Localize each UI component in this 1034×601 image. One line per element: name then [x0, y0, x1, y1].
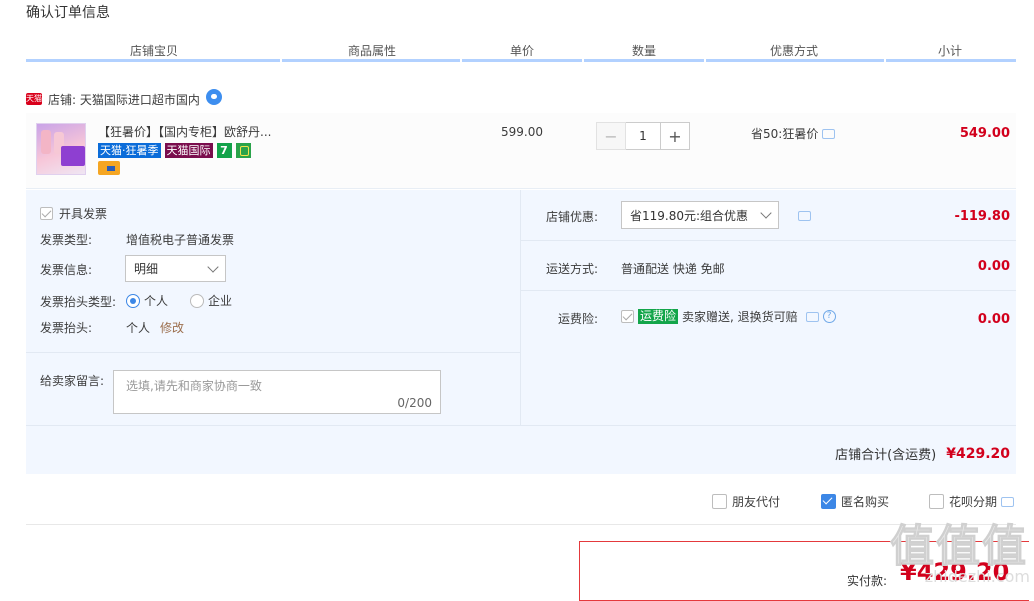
- invoice-type-label: 发票类型:: [40, 233, 93, 247]
- store-row: 天猫 店铺: 天猫国际进口超市国内: [26, 89, 222, 108]
- order-item: 【狂暑价】【国内专柜】欧舒丹... 天猫·狂暑季 天猫国际 7 599.00 −…: [26, 113, 1016, 189]
- shipping-amount: 0.00: [977, 259, 1010, 274]
- message-placeholder: 选填,请先和商家协商一致: [126, 379, 262, 393]
- chevron-down-icon: [207, 260, 219, 273]
- insurance-chat-icon[interactable]: [805, 311, 819, 322]
- invoice-header-type-label: 发票抬头类型:: [40, 295, 117, 309]
- anonymous-checkbox[interactable]: [821, 494, 836, 509]
- item-promo: 省50:狂暑价: [751, 125, 836, 142]
- store-total-label: 店铺合计(含运费): [835, 448, 937, 463]
- item-subtotal: 549.00: [959, 126, 1010, 141]
- store-discount-amount: -119.80: [954, 209, 1010, 224]
- col-quantity: 数量: [631, 44, 656, 58]
- store-discount-value: 省119.80元:组合优惠: [630, 208, 749, 223]
- store-total-amount: ¥429.20: [946, 445, 1010, 462]
- order-details-panel: 开具发票 发票类型: 增值税电子普通发票 发票信息: 明细 发票抬头类型: 个人…: [26, 190, 1016, 474]
- invoice-open-label: 开具发票: [59, 207, 108, 221]
- invoice-edit-link[interactable]: 修改: [160, 319, 184, 336]
- insurance-amount: 0.00: [977, 312, 1010, 327]
- chevron-down-icon: [760, 207, 772, 219]
- invoice-type-value: 增值税电子普通发票: [126, 233, 235, 247]
- quantity-plus-button[interactable]: +: [660, 122, 690, 150]
- friend-pay-checkbox[interactable]: [712, 494, 727, 509]
- invoice-header-label: 发票抬头:: [40, 321, 93, 335]
- store-discount-select[interactable]: 省119.80元:组合优惠: [621, 201, 779, 229]
- radio-personal[interactable]: 个人: [126, 292, 168, 309]
- badge-tmall-global: 天猫国际: [164, 143, 213, 158]
- badge-7day-return: 7: [216, 143, 232, 158]
- credit-card-icon: [98, 161, 120, 175]
- insurance-badge: 运费险: [638, 309, 679, 324]
- invoice-info-select[interactable]: 明细: [125, 255, 226, 282]
- shipping-label: 运送方式:: [546, 262, 599, 276]
- huabei-info-icon[interactable]: [1001, 496, 1015, 507]
- tmall-logo: 天猫: [26, 93, 42, 105]
- product-thumbnail[interactable]: [36, 123, 86, 175]
- column-header: 店铺宝贝 商品属性 单价 数量 优惠方式 小计: [26, 36, 1016, 62]
- watermark-text: zhidezhi.com: [924, 567, 1030, 586]
- invoice-checkbox[interactable]: [40, 207, 53, 220]
- invoice-toggle[interactable]: 开具发票: [40, 205, 107, 222]
- huabei-label: 花呗分期: [949, 495, 998, 509]
- radio-personal-icon[interactable]: [126, 293, 140, 308]
- col-unit-price: 单价: [509, 44, 534, 58]
- invoice-header-value: 个人: [126, 321, 151, 335]
- radio-company-label: 企业: [208, 294, 233, 308]
- col-attributes: 商品属性: [347, 44, 396, 58]
- anonymous-label: 匿名购买: [841, 495, 890, 509]
- store-discount-label: 店铺优惠:: [546, 210, 599, 224]
- quantity-input[interactable]: [626, 122, 660, 150]
- help-icon[interactable]: ?: [822, 310, 836, 323]
- quantity-stepper: − +: [596, 122, 690, 150]
- option-anonymous[interactable]: 匿名购买: [821, 493, 889, 510]
- col-store-item: 店铺宝贝: [129, 44, 178, 58]
- col-promo: 优惠方式: [769, 44, 818, 58]
- insurance-row: 运费险 卖家赠送, 退换货可赔 ?: [621, 308, 836, 325]
- insurance-label: 运费险:: [558, 312, 599, 326]
- discount-info-icon[interactable]: [798, 211, 811, 221]
- watermark-logo: 值值值: [890, 521, 1028, 573]
- option-huabei[interactable]: 花呗分期: [929, 493, 1015, 510]
- store-total: 店铺合计(含运费) ¥429.20: [835, 444, 1010, 464]
- shipping-value: 普通配送 快递 免邮: [621, 262, 725, 276]
- friend-pay-label: 朋友代付: [732, 495, 781, 509]
- store-name[interactable]: 店铺: 天猫国际进口超市国内: [48, 91, 200, 108]
- pay-label: 实付款:: [847, 574, 888, 588]
- insurance-checkbox[interactable]: [621, 310, 634, 323]
- unit-price: 599.00: [501, 125, 543, 139]
- message-counter: 0/200: [397, 396, 432, 410]
- message-textarea[interactable]: 选填,请先和商家协商一致 0/200: [113, 370, 441, 414]
- wangwang-chat-icon[interactable]: [205, 89, 222, 105]
- radio-personal-label: 个人: [144, 294, 169, 308]
- promo-text: 省50:狂暑价: [751, 127, 819, 141]
- promo-info-icon[interactable]: [822, 128, 836, 139]
- huabei-checkbox[interactable]: [929, 494, 944, 509]
- col-subtotal: 小计: [937, 44, 962, 58]
- product-title[interactable]: 【狂暑价】【国内专柜】欧舒丹...: [98, 123, 271, 140]
- page-title: 确认订单信息: [26, 5, 110, 21]
- quantity-minus-button[interactable]: −: [596, 122, 626, 150]
- message-label: 给卖家留言:: [40, 374, 105, 388]
- radio-company-icon[interactable]: [190, 293, 204, 308]
- invoice-info-label: 发票信息:: [40, 263, 93, 277]
- option-friend-pay[interactable]: 朋友代付: [712, 493, 780, 510]
- invoice-info-value: 明细: [134, 262, 159, 276]
- badge-tmall-summer: 天猫·狂暑季: [98, 143, 161, 158]
- radio-company[interactable]: 企业: [190, 292, 232, 309]
- insurance-desc: 卖家赠送, 退换货可赔: [682, 310, 798, 324]
- product-badges: 天猫·狂暑季 天猫国际 7: [98, 143, 251, 158]
- badge-guarantee-icon: [235, 143, 251, 158]
